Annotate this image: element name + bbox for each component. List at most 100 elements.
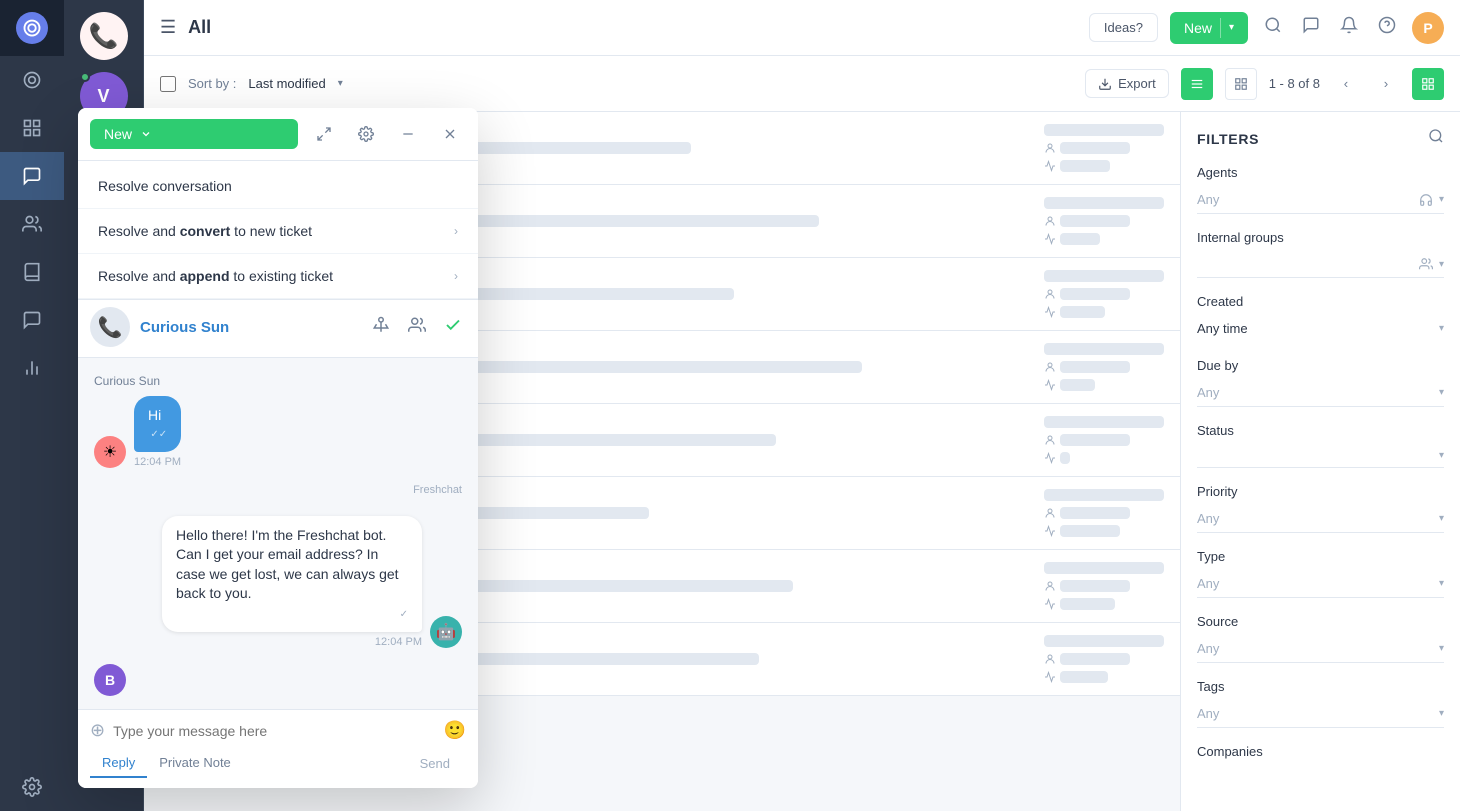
status-dropdown[interactable]: ▾ <box>1197 444 1444 468</box>
person-icon <box>1044 215 1056 227</box>
due-by-dropdown[interactable]: Any ▾ <box>1197 379 1444 407</box>
type-dropdown[interactable]: Any ▾ <box>1197 570 1444 598</box>
activity-icon <box>1044 525 1056 537</box>
gear-icon[interactable] <box>350 118 382 150</box>
row-placeholder-status <box>1060 525 1120 537</box>
message-row-bot: Hello there! I'm the Freshchat bot. Can … <box>94 516 462 648</box>
resolve-convert-label: Resolve and convert to new ticket <box>98 223 312 239</box>
app-logo[interactable] <box>0 0 64 56</box>
bell-icon[interactable] <box>1340 16 1358 39</box>
minimize-icon[interactable] <box>392 118 424 150</box>
resolve-convert-pre: Resolve and <box>98 223 180 239</box>
filter-search-icon[interactable] <box>1428 128 1444 149</box>
row-meta <box>1044 343 1164 391</box>
export-button[interactable]: Export <box>1085 69 1169 98</box>
internal-groups-chevron-icon: ▾ <box>1439 259 1444 270</box>
status-label: New <box>104 126 132 142</box>
list-view-button[interactable] <box>1181 68 1213 100</box>
menu-icon[interactable]: ☰ <box>160 17 176 38</box>
created-dropdown[interactable]: Any time ▾ <box>1197 315 1444 342</box>
sidebar-item-contacts[interactable] <box>0 200 64 248</box>
view-toggle-button[interactable] <box>1412 68 1444 100</box>
priority-dropdown[interactable]: Any ▾ <box>1197 505 1444 533</box>
filter-priority: Priority Any ▾ <box>1197 484 1444 533</box>
grid-view-button[interactable] <box>1225 68 1257 100</box>
row-placeholder-status <box>1060 306 1105 318</box>
reply-input[interactable] <box>113 723 435 739</box>
pagination-prev[interactable]: ‹ <box>1332 70 1360 98</box>
row-meta <box>1044 562 1164 610</box>
type-label: Type <box>1197 549 1444 564</box>
agents-dropdown[interactable]: Any ▾ <box>1197 186 1444 214</box>
user-avatar[interactable]: P <box>1412 12 1444 44</box>
contact-name[interactable]: Curious Sun <box>140 319 358 336</box>
b-avatar: B <box>94 664 126 696</box>
status-button[interactable]: New <box>90 119 298 149</box>
bot-message-text: Hello there! I'm the Freshchat bot. Can … <box>176 527 399 602</box>
row-placeholder-meta <box>1044 562 1164 574</box>
internal-groups-dropdown[interactable]: ▾ <box>1197 251 1444 278</box>
emoji-icon[interactable]: 🙂 <box>444 720 466 741</box>
people-icon <box>1419 257 1433 271</box>
select-all-checkbox[interactable] <box>160 76 176 92</box>
tags-dropdown[interactable]: Any ▾ <box>1197 700 1444 728</box>
sidebar-item-knowledge[interactable] <box>0 248 64 296</box>
reply-tabs: Reply Private Note Send <box>90 749 466 778</box>
group-icon[interactable] <box>372 316 390 339</box>
sort-chevron-icon[interactable]: ▾ <box>338 78 343 89</box>
resolve-convert-item[interactable]: Resolve and convert to new ticket › <box>78 209 478 254</box>
agents-chevron-icon: ▾ <box>1439 194 1444 205</box>
reply-area: ⊕ 🙂 Reply Private Note Send <box>78 709 478 788</box>
help-icon[interactable] <box>1378 16 1396 39</box>
ideas-button[interactable]: Ideas? <box>1089 13 1158 42</box>
reply-input-row: ⊕ 🙂 <box>90 720 466 741</box>
row-placeholder-agent <box>1060 653 1130 665</box>
resolve-convert-chevron-icon: › <box>454 224 458 238</box>
unread-indicator <box>80 72 90 82</box>
chat-icon[interactable] <box>1302 16 1320 39</box>
tags-label: Tags <box>1197 679 1444 694</box>
sidebar-item-settings[interactable] <box>0 763 64 811</box>
person-icon <box>1044 653 1056 665</box>
resolve-append-item[interactable]: Resolve and append to existing ticket › <box>78 254 478 299</box>
export-icon <box>1098 77 1112 91</box>
typing-indicator: B <box>94 664 462 696</box>
activity-icon <box>1044 379 1056 391</box>
private-note-tab[interactable]: Private Note <box>147 749 243 778</box>
sidebar-item-inbox[interactable] <box>0 152 64 200</box>
source-dropdown[interactable]: Any ▾ <box>1197 635 1444 663</box>
row-meta <box>1044 635 1164 683</box>
row-placeholder-meta <box>1044 343 1164 355</box>
filters-header: FILTERS <box>1197 128 1444 149</box>
reply-tab[interactable]: Reply <box>90 749 147 778</box>
close-icon[interactable] <box>434 118 466 150</box>
row-placeholder-meta <box>1044 270 1164 282</box>
sidebar-item-analytics[interactable] <box>0 344 64 392</box>
sidebar-item-chat[interactable] <box>0 296 64 344</box>
resolve-conversation-item[interactable]: Resolve conversation <box>78 164 478 209</box>
send-button[interactable]: Send <box>404 750 466 777</box>
sidebar-item-reports[interactable] <box>0 104 64 152</box>
expand-icon[interactable] <box>308 118 340 150</box>
sender-label: Curious Sun <box>94 374 462 388</box>
tags-value: Any <box>1197 706 1219 721</box>
search-icon[interactable] <box>1264 16 1282 39</box>
message-row-user: ☀ Hi ✓✓ 12:04 PM <box>94 396 462 468</box>
conv-avatar-phone[interactable]: 📞 <box>80 12 128 60</box>
pagination-next[interactable]: › <box>1372 70 1400 98</box>
conv-avatar-letter: V <box>97 86 109 107</box>
new-button[interactable]: New ▾ <box>1170 12 1248 44</box>
row-meta <box>1044 489 1164 537</box>
add-attachment-icon[interactable]: ⊕ <box>90 720 105 741</box>
source-chevron-icon: ▾ <box>1439 643 1444 654</box>
check-icon[interactable] <box>444 316 462 339</box>
type-chevron-icon: ▾ <box>1439 578 1444 589</box>
row-placeholder-meta <box>1044 489 1164 501</box>
sidebar-item-home[interactable] <box>0 56 64 104</box>
row-placeholder-meta <box>1044 124 1164 136</box>
sort-value[interactable]: Last modified <box>248 76 325 91</box>
bot-message-bubble: Hello there! I'm the Freshchat bot. Can … <box>162 516 422 632</box>
transfer-icon[interactable] <box>408 316 426 339</box>
row-placeholder-agent <box>1060 361 1130 373</box>
export-label: Export <box>1118 76 1156 91</box>
